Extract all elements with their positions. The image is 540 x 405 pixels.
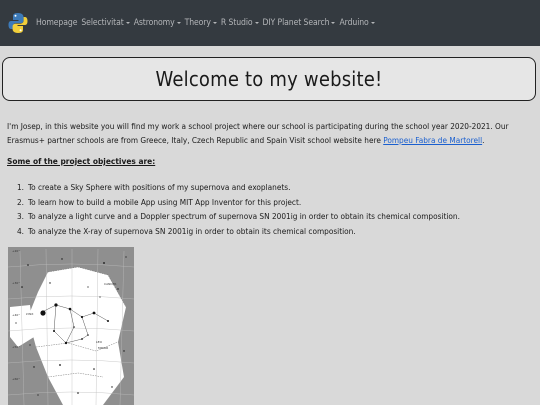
nav-item-label: Selectivitat (81, 18, 124, 28)
nav-item-label: Arduino (339, 18, 369, 28)
list-item-text: To learn how to build a mobile App using… (28, 196, 302, 207)
list-item-number: 4. (17, 225, 25, 236)
chevron-down-icon (331, 22, 336, 24)
svg-text:MINOR: MINOR (98, 346, 108, 350)
list-item-number: 3. (17, 211, 25, 222)
nav-item-diy-planet-search[interactable]: DIY Planet Search (263, 18, 336, 28)
list-item: 2. To learn how to build a mobile App usi… (17, 195, 460, 210)
chevron-down-icon (370, 22, 375, 24)
intro-period: . (482, 135, 485, 145)
school-website-link[interactable]: Pompeu Fabra de Martorell (383, 135, 482, 145)
svg-text:CANCER: CANCER (104, 282, 116, 286)
nav-item-label: R Studio (220, 18, 253, 28)
welcome-banner: Welcome to my website! (2, 57, 536, 101)
list-item-text: To analyze the X-ray of supernova SN 200… (28, 225, 356, 236)
chevron-down-icon (254, 22, 259, 24)
nav-item-label: Astronomy (133, 18, 175, 28)
svg-text:LYNX: LYNX (26, 312, 33, 316)
nav-item-label: Homepage (36, 18, 78, 28)
objectives-list: 1. To create a Sky Sphere with positions … (17, 180, 460, 238)
svg-text:+50°: +50° (12, 345, 20, 349)
list-item: 1. To create a Sky Sphere with positions … (17, 180, 460, 195)
list-item-text: To analyze a light curve and a Doppler s… (28, 211, 460, 222)
list-item: 3. To analyze a light curve and a Doppler… (17, 209, 460, 224)
list-item-text: To create a Sky Sphere with positions of… (28, 182, 291, 192)
chevron-down-icon (212, 22, 217, 24)
chevron-down-icon (176, 22, 181, 24)
nav-item-arduino[interactable]: Arduino (339, 18, 375, 28)
star-chart-graphic: LYNX CANCER LEO MINOR +20° +30° +40° +50… (8, 247, 134, 405)
nav-item-label: DIY Planet Search (262, 18, 330, 28)
svg-text:+20°: +20° (12, 249, 20, 253)
nav-item-r-studio[interactable]: R Studio (221, 18, 259, 28)
svg-text:LEO: LEO (96, 340, 103, 344)
svg-text:+30°: +30° (12, 281, 20, 285)
nav-item-homepage[interactable]: Homepage (36, 18, 77, 28)
python-logo-icon[interactable] (8, 12, 28, 34)
chevron-down-icon (125, 22, 130, 24)
list-item: 4. To analyze the X-ray of supernova SN 2… (17, 224, 460, 239)
nav-item-theory[interactable]: Theory (185, 18, 217, 28)
svg-text:+60°: +60° (12, 377, 20, 381)
nav-item-label: Theory (184, 18, 211, 28)
objectives-heading: Some of the project objectives are: (7, 156, 156, 166)
page-title: Welcome to my website! (155, 67, 383, 91)
top-navbar: Homepage Selectivitat Astronomy Theory R Stu… (0, 0, 540, 46)
nav-item-astronomy[interactable]: Astronomy (134, 18, 181, 28)
nav-item-selectivitat[interactable]: Selectivitat (81, 18, 130, 28)
constellation-star-chart-image: LYNX CANCER LEO MINOR +20° +30° +40° +50… (8, 247, 134, 405)
svg-text:+40°: +40° (12, 313, 20, 317)
intro-paragraph: I'm Josep, in this website you will find… (7, 119, 537, 147)
list-item-number: 2. (17, 196, 25, 207)
list-item-number: 1. (17, 182, 25, 192)
